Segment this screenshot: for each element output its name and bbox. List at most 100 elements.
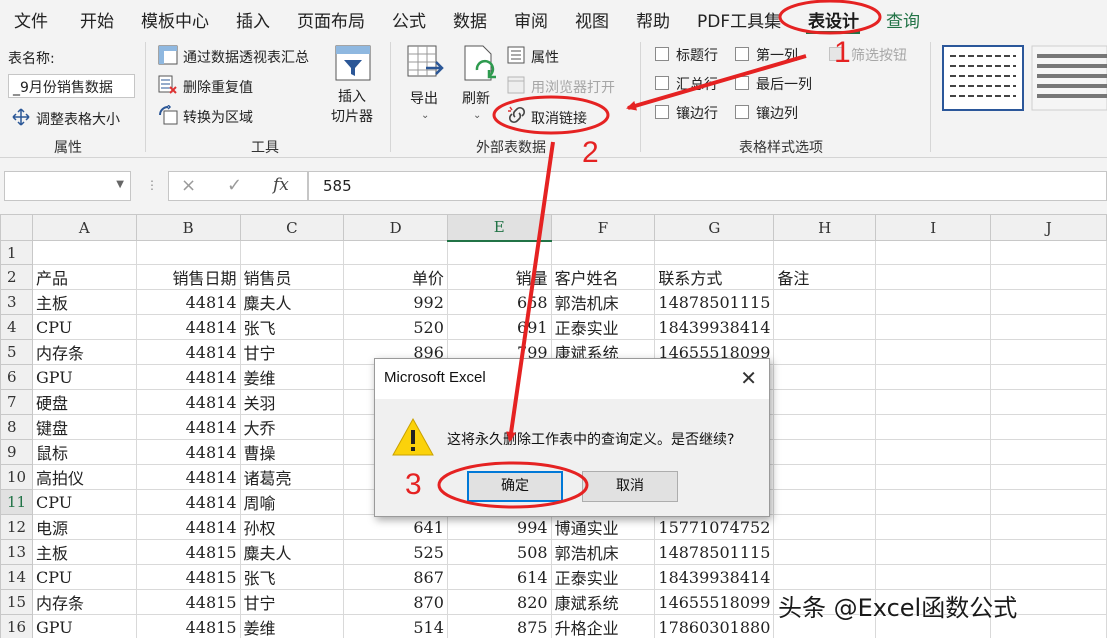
cell[interactable]: 备注 [773,264,877,290]
column-header[interactable]: I [875,214,992,241]
cell[interactable]: 44814 [135,314,241,340]
row-header[interactable]: 13 [0,539,33,565]
cell[interactable]: 联系方式 [654,264,775,290]
cell[interactable] [990,339,1107,365]
cell[interactable]: 麋夫人 [239,289,345,315]
formula-input[interactable]: 585 [308,171,1107,201]
refresh-button[interactable]: 刷新 [462,88,490,108]
cell[interactable] [990,464,1107,490]
cell[interactable]: 994 [446,514,552,540]
row-header[interactable]: 10 [0,464,33,490]
summarize-pivot-button[interactable]: 通过数据透视表汇总 [183,47,309,67]
insert-slicer-label-line1[interactable]: 插入 [338,86,366,106]
external-properties-button[interactable]: 属性 [531,47,559,67]
cancel-button[interactable]: 取消 [582,471,678,502]
tab-insert[interactable]: 插入 [236,7,270,32]
cell[interactable] [343,240,448,265]
cell[interactable] [875,464,992,490]
row-header[interactable]: 5 [0,339,33,365]
tab-view[interactable]: 视图 [575,7,609,32]
cell[interactable] [875,514,992,540]
cell[interactable] [875,564,992,590]
cell[interactable]: 17860301880 [654,614,775,638]
cell[interactable]: 641 [343,514,448,540]
cell[interactable]: 周喻 [239,489,345,515]
cell[interactable]: CPU [31,314,137,340]
cell[interactable] [135,240,241,265]
cell[interactable] [773,314,877,340]
slicer-icon[interactable] [334,44,372,86]
cell[interactable] [990,514,1107,540]
cell[interactable]: 内存条 [31,339,137,365]
cell[interactable] [773,289,877,315]
cell[interactable] [550,240,656,265]
cell[interactable] [773,364,877,390]
cell[interactable] [773,514,877,540]
cell[interactable]: 姜维 [239,614,345,638]
row-header[interactable]: 15 [0,589,33,615]
row-header[interactable]: 6 [0,364,33,390]
row-header[interactable]: 9 [0,439,33,465]
cell[interactable]: 820 [446,589,552,615]
chevron-down-icon[interactable]: ▼ [116,179,124,190]
cell[interactable] [990,539,1107,565]
cell[interactable]: 单价 [343,264,448,290]
cell[interactable] [239,240,345,265]
row-header[interactable]: 14 [0,564,33,590]
cell[interactable]: 691 [446,314,552,340]
tab-table-design[interactable]: 表设计 [808,7,859,32]
cell[interactable]: 甘宁 [239,339,345,365]
cell[interactable]: 44814 [135,489,241,515]
cell[interactable]: 电源 [31,514,137,540]
cell[interactable]: 18439938414 [654,314,775,340]
cell[interactable]: 44815 [135,589,241,615]
cell[interactable]: 44814 [135,364,241,390]
cell[interactable] [773,389,877,415]
cell[interactable]: 875 [446,614,552,638]
cell[interactable] [875,264,992,290]
banded-rows-checkbox[interactable] [655,105,669,119]
cell[interactable]: 14878501115 [654,289,775,315]
cell[interactable] [773,539,877,565]
remove-duplicates-button[interactable]: 删除重复值 [183,77,253,97]
cell[interactable] [875,364,992,390]
cell[interactable]: 甘宁 [239,589,345,615]
cell[interactable]: 867 [343,564,448,590]
drag-handle-icon[interactable]: ⋮ [146,178,158,192]
column-header[interactable]: B [135,214,241,241]
cell[interactable]: 郭浩机床 [550,289,656,315]
column-header[interactable]: H [773,214,877,241]
row-header[interactable]: 16 [0,614,33,638]
cell[interactable]: 销量 [446,264,552,290]
cell[interactable]: 高拍仪 [31,464,137,490]
cell[interactable]: 992 [343,289,448,315]
cell[interactable] [875,414,992,440]
cancel-icon[interactable]: × [181,175,196,196]
cell[interactable] [875,439,992,465]
first-column-checkbox[interactable] [735,47,749,61]
tab-query[interactable]: 查询 [886,7,920,32]
cell[interactable]: 孙权 [239,514,345,540]
cell[interactable]: 姜维 [239,364,345,390]
cell[interactable]: 520 [343,314,448,340]
cell[interactable] [875,539,992,565]
cell[interactable]: 44814 [135,339,241,365]
tab-home[interactable]: 开始 [80,7,114,32]
table-styles-gallery[interactable] [940,44,1107,114]
export-button[interactable]: 导出 [410,88,438,108]
name-box[interactable]: ▼ [4,171,131,201]
row-header[interactable]: 4 [0,314,33,340]
cell[interactable]: 曹操 [239,439,345,465]
cell[interactable]: 康斌系统 [550,589,656,615]
cell[interactable]: 514 [343,614,448,638]
cell[interactable]: 44814 [135,389,241,415]
resize-table-button[interactable]: 调整表格大小 [36,109,120,129]
cell[interactable] [875,240,992,265]
last-column-checkbox[interactable] [735,76,749,90]
cell[interactable]: 关羽 [239,389,345,415]
cell[interactable]: 客户姓名 [550,264,656,290]
convert-to-range-button[interactable]: 转换为区域 [183,107,253,127]
cell[interactable]: 44814 [135,289,241,315]
cell[interactable] [990,439,1107,465]
cell[interactable]: 44815 [135,564,241,590]
